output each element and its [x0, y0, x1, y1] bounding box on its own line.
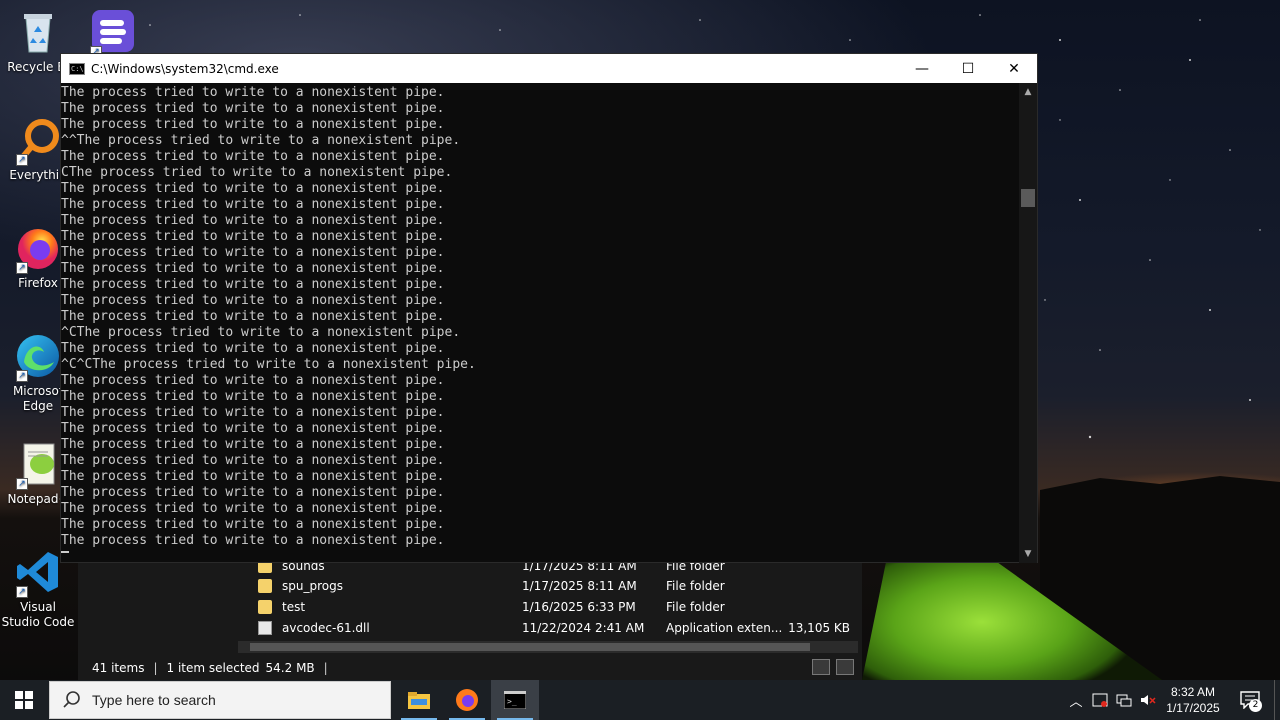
firefox-icon: ↗ [14, 224, 62, 274]
console-line: The process tried to write to a nonexist… [61, 485, 445, 500]
console-line: The process tried to write to a nonexist… [61, 373, 445, 388]
console-line: The process tried to write to a nonexist… [61, 261, 445, 276]
file-explorer-window[interactable]: sounds 1/17/2025 8:11 AM File folder spu… [78, 555, 862, 680]
windows-logo-icon [15, 691, 33, 709]
file-row[interactable]: test 1/16/2025 6:33 PM File folder [258, 596, 858, 617]
console-line: The process tried to write to a nonexist… [61, 293, 445, 308]
console-line: The process tried to write to a nonexist… [61, 213, 445, 228]
taskbar-file-explorer[interactable] [395, 680, 443, 720]
file-row[interactable]: avcodec-61.dll 11/22/2024 2:41 AM Applic… [258, 617, 858, 638]
console-line: The process tried to write to a nonexist… [61, 453, 445, 468]
scrollbar-thumb[interactable] [250, 643, 810, 651]
network-icon[interactable] [1112, 680, 1136, 720]
navigation-pane[interactable] [78, 555, 238, 655]
shortcut-arrow-icon: ↗ [16, 586, 28, 598]
firefox-icon [456, 689, 478, 711]
console-line: The process tried to write to a nonexist… [61, 197, 445, 212]
taskbar-cmd[interactable]: >_ [491, 680, 539, 720]
file-explorer-icon [408, 692, 430, 709]
large-icons-view-button[interactable] [836, 659, 854, 675]
console-line: The process tried to write to a nonexist… [61, 229, 445, 244]
taskbar-firefox[interactable] [443, 680, 491, 720]
volume-muted-icon[interactable] [1136, 680, 1160, 720]
console-line: The process tried to write to a nonexist… [61, 245, 445, 260]
security-icon[interactable] [1088, 680, 1112, 720]
title-bar[interactable]: C:\ C:\Windows\system32\cmd.exe — ☐ ✕ [61, 54, 1037, 83]
selected-count: 1 item selected [166, 660, 260, 675]
shortcut-arrow-icon: ↗ [16, 154, 28, 166]
details-view-button[interactable] [812, 659, 830, 675]
taskbar-search-box[interactable]: Type here to search [49, 681, 391, 719]
search-placeholder: Type here to search [92, 692, 216, 708]
search-icon [63, 691, 80, 708]
text-cursor [61, 551, 69, 553]
wallpaper-tent [862, 562, 1162, 680]
vertical-scrollbar[interactable]: ▲ ▼ [1019, 83, 1037, 563]
shortcut-arrow-icon: ↗ [16, 370, 28, 382]
console-line: The process tried to write to a nonexist… [61, 181, 445, 196]
console-line: The process tried to write to a nonexist… [61, 85, 445, 100]
console-line: The process tried to write to a nonexist… [61, 469, 445, 484]
console-line: ^CThe process tried to write to a nonexi… [61, 325, 461, 340]
window-title: C:\Windows\system32\cmd.exe [91, 61, 279, 76]
horizontal-scrollbar[interactable] [238, 641, 858, 653]
console-line: The process tried to write to a nonexist… [61, 405, 445, 420]
console-line: The process tried to write to a nonexist… [61, 117, 445, 132]
console-output[interactable]: The process tried to write to a nonexist… [61, 83, 1021, 563]
console-line: The process tried to write to a nonexist… [61, 149, 445, 164]
cmd-window[interactable]: C:\ C:\Windows\system32\cmd.exe — ☐ ✕ Th… [60, 53, 1038, 563]
system-tray: ︿ 8:32 AM 1/17/2025 2 [1064, 680, 1280, 720]
console-line: The process tried to write to a nonexist… [61, 389, 445, 404]
app-b-icon: ↗ [88, 8, 136, 58]
console-line: The process tried to write to a nonexist… [61, 101, 445, 116]
clock[interactable]: 8:32 AM 1/17/2025 [1160, 684, 1226, 716]
item-count: 41 items [92, 660, 145, 675]
console-line: ^^The process tried to write to a nonexi… [61, 133, 461, 148]
scroll-up-icon[interactable]: ▲ [1019, 85, 1037, 99]
console-line: The process tried to write to a nonexist… [61, 517, 445, 532]
maximize-button[interactable]: ☐ [945, 54, 991, 83]
everything-search-icon: ↗ [14, 116, 62, 166]
svg-text:>_: >_ [507, 697, 517, 706]
folder-icon [258, 578, 272, 593]
recycle-bin-icon [14, 8, 62, 56]
vscode-icon: ↗ [14, 548, 62, 598]
scroll-down-icon[interactable]: ▼ [1019, 547, 1037, 561]
desktop-icon-label: Visual Studio Code [1, 600, 75, 629]
console-line: The process tried to write to a nonexist… [61, 501, 445, 516]
console-line: CThe process tried to write to a nonexis… [61, 165, 453, 180]
taskbar: Type here to search >_ ︿ 8:32 AM 1/17/20… [0, 680, 1280, 720]
dll-file-icon [258, 620, 272, 635]
action-center-button[interactable]: 2 [1226, 680, 1274, 720]
notification-count-badge: 2 [1249, 699, 1262, 712]
console-line: The process tried to write to a nonexist… [61, 533, 445, 548]
minimize-button[interactable]: — [899, 54, 945, 83]
file-row[interactable]: spu_progs 1/17/2025 8:11 AM File folder [258, 575, 858, 596]
console-line: The process tried to write to a nonexist… [61, 309, 445, 324]
clock-time: 8:32 AM [1170, 685, 1216, 699]
cmd-app-icon: C:\ [69, 62, 85, 75]
cmd-icon: >_ [504, 691, 526, 709]
folder-icon [258, 599, 272, 614]
console-line: The process tried to write to a nonexist… [61, 437, 445, 452]
console-line: The process tried to write to a nonexist… [61, 421, 445, 436]
console-line: The process tried to write to a nonexist… [61, 341, 445, 356]
status-bar: 41 items | 1 item selected 54.2 MB | [78, 655, 862, 680]
scrollbar-thumb[interactable] [1021, 189, 1035, 207]
status-separator: | [153, 660, 158, 675]
close-button[interactable]: ✕ [991, 54, 1037, 83]
console-line: The process tried to write to a nonexist… [61, 277, 445, 292]
notepad-plus-plus-icon: ↗ [14, 440, 62, 490]
show-hidden-icons-chevron-icon[interactable]: ︿ [1064, 680, 1088, 720]
status-separator: | [323, 660, 328, 675]
clock-date: 1/17/2025 [1166, 701, 1220, 715]
start-button[interactable] [0, 680, 48, 720]
show-desktop-button[interactable] [1274, 680, 1280, 720]
shortcut-arrow-icon: ↗ [16, 262, 28, 274]
edge-icon: ↗ [14, 332, 62, 382]
console-line: ^C^CThe process tried to write to a none… [61, 357, 476, 372]
selected-size: 54.2 MB [265, 660, 315, 675]
shortcut-arrow-icon: ↗ [16, 478, 28, 490]
